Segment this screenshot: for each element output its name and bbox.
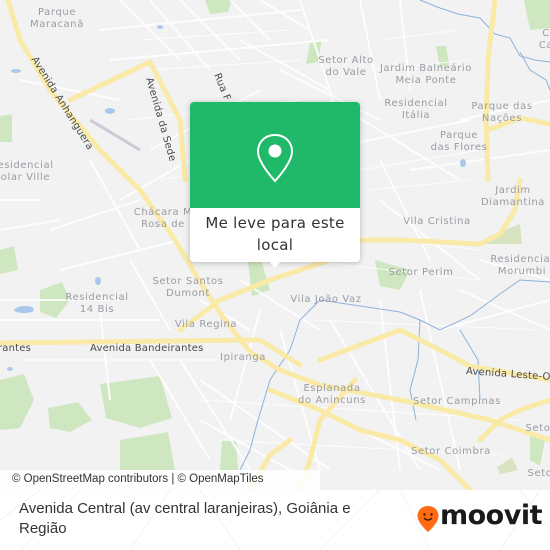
attribution-bar: © OpenStreetMap contributors | © OpenMap… xyxy=(0,470,550,490)
neighborhood-label: Residencial 14 Bis xyxy=(65,292,129,315)
footer: Avenida Central (av central laranjeiras)… xyxy=(0,490,550,550)
neighborhood-label: Vila Cristina xyxy=(403,216,471,227)
popup-action-text[interactable]: Me leve para este local xyxy=(190,212,360,256)
neighborhood-label: Setor Perim xyxy=(388,267,454,278)
neighborhood-label: Chácara M Rosa de xyxy=(133,207,193,230)
attribution-text[interactable]: © OpenStreetMap contributors | © OpenMap… xyxy=(12,473,264,485)
neighborhood-label: Setor Alto do Vale xyxy=(318,55,374,78)
neighborhood-label: Parque Maracanã xyxy=(30,7,84,30)
neighborhood-label: Vila Regina xyxy=(174,319,238,330)
neighborhood-label: Setor Santos Dumont xyxy=(152,276,224,299)
road-label: rantes xyxy=(0,343,32,354)
popup-pointer xyxy=(268,260,282,268)
moovit-wordmark: moovit xyxy=(440,500,543,531)
neighborhood-label: Residencial Morumbi xyxy=(490,254,550,277)
neighborhood-label: Jardim Diamantina xyxy=(481,185,545,208)
neighborhood-label: Parque das Nações xyxy=(471,101,533,124)
neighborhood-label: Residencial Itália xyxy=(384,98,448,121)
neighborhood-label: Jardim Balneário Meia Ponte xyxy=(379,63,473,86)
neighborhood-label: CCa xyxy=(538,28,550,51)
location-pin-icon xyxy=(256,133,294,183)
location-title: Avenida Central (av central laranjeiras)… xyxy=(19,500,351,537)
popup-header xyxy=(190,102,360,208)
neighborhood-label: Parque das Flores xyxy=(430,130,488,153)
popup-card[interactable]: Me leve para este local xyxy=(190,102,360,268)
neighborhood-label: ResidencialSolar Ville xyxy=(0,160,54,183)
neighborhood-label: Vila João Vaz xyxy=(290,294,362,305)
road-label: Avenida Bandeirantes xyxy=(90,343,204,354)
neighborhood-label: Seto xyxy=(525,423,550,434)
neighborhood-label: Setor Coimbra xyxy=(411,446,491,457)
map-view[interactable]: Parque Maracanã Setor Alto do Vale Jardim Ba… xyxy=(0,0,550,490)
neighborhood-label: Setor Campinas xyxy=(413,396,501,407)
neighborhood-label: Ipiranga xyxy=(220,352,266,363)
moovit-pin-icon xyxy=(417,506,439,532)
neighborhood-label: Esplanada do Anincuns xyxy=(298,383,366,406)
